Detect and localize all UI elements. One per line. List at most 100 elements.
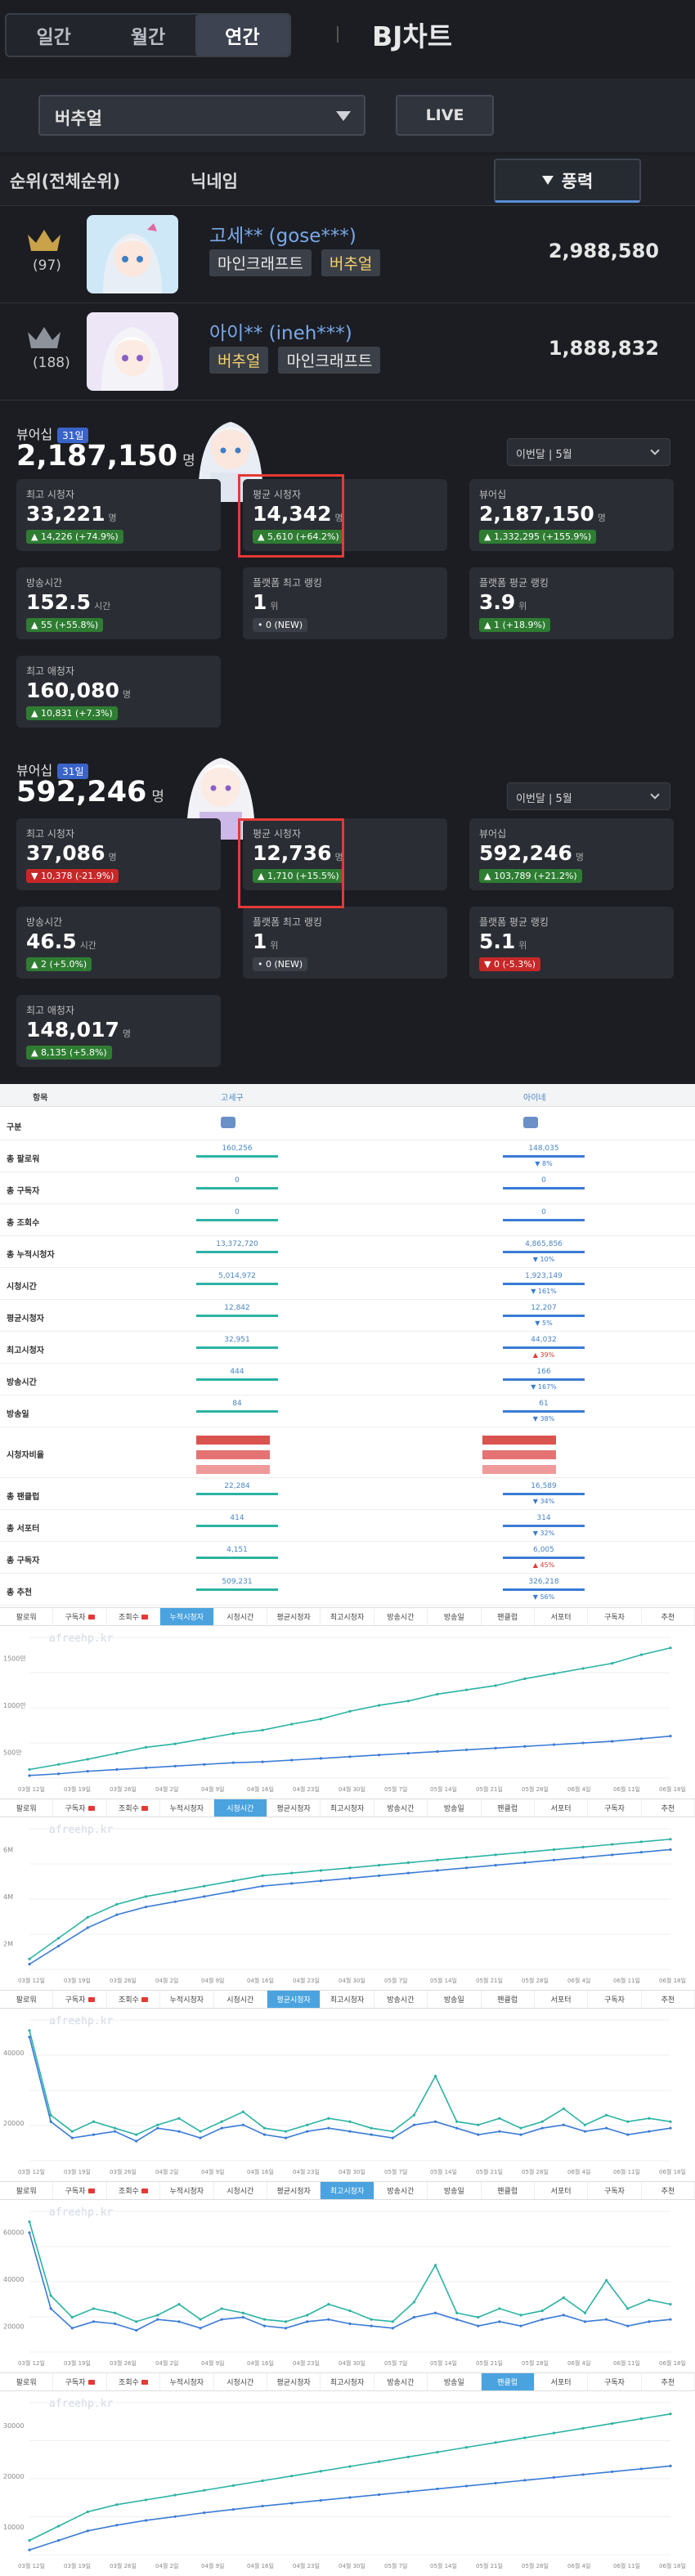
chart-metric-tab[interactable]: 팬클럽: [482, 1799, 535, 1817]
data-point[interactable]: [49, 2120, 52, 2123]
data-point[interactable]: [433, 2120, 437, 2123]
data-point[interactable]: [391, 2130, 394, 2133]
data-point[interactable]: [86, 1758, 89, 1761]
data-point[interactable]: [583, 2311, 587, 2314]
data-point[interactable]: [231, 1732, 235, 1736]
data-point[interactable]: [455, 2311, 459, 2314]
data-point[interactable]: [552, 1743, 556, 1746]
data-point[interactable]: [290, 1758, 294, 1762]
data-point[interactable]: [583, 2123, 587, 2126]
data-point[interactable]: [57, 1772, 61, 1776]
data-point[interactable]: [605, 2278, 608, 2283]
data-point[interactable]: [262, 2133, 267, 2136]
data-point[interactable]: [319, 2498, 322, 2502]
data-point[interactable]: [611, 2421, 614, 2426]
data-point[interactable]: [494, 1853, 497, 1857]
data-point[interactable]: [519, 2126, 522, 2130]
data-point[interactable]: [552, 2475, 556, 2480]
sort-column-header[interactable]: 풍력: [494, 159, 641, 203]
data-point[interactable]: [173, 1764, 177, 1767]
chart-metric-tab[interactable]: 팔로워: [0, 1608, 54, 1625]
data-point[interactable]: [494, 2481, 497, 2485]
chart-metric-tab[interactable]: 서포터: [535, 1608, 589, 1625]
data-point[interactable]: [626, 2133, 630, 2136]
data-point[interactable]: [605, 2318, 608, 2321]
data-point[interactable]: [498, 2320, 501, 2323]
data-point[interactable]: [669, 1848, 672, 1852]
chart-metric-tab[interactable]: 팬클럽: [482, 2182, 535, 2199]
bj-a-column-header[interactable]: 고세구: [221, 1091, 244, 1103]
data-point[interactable]: [464, 1748, 469, 1752]
rank-column-header[interactable]: 순위(전체순위): [10, 168, 120, 193]
data-point[interactable]: [581, 1741, 585, 1745]
data-point[interactable]: [370, 2133, 373, 2136]
data-point[interactable]: [290, 1723, 294, 1726]
data-point[interactable]: [144, 2519, 148, 2522]
data-point[interactable]: [412, 2300, 415, 2304]
data-point[interactable]: [348, 2322, 352, 2326]
month-selector[interactable]: 이번달 | 5월: [507, 782, 670, 810]
data-point[interactable]: [199, 2327, 202, 2330]
data-point[interactable]: [70, 2327, 74, 2330]
data-point[interactable]: [669, 1646, 672, 1650]
chart-metric-tab[interactable]: 추천: [642, 2373, 695, 2390]
data-point[interactable]: [220, 2318, 223, 2321]
data-point[interactable]: [639, 1737, 643, 1740]
data-point[interactable]: [57, 1763, 61, 1766]
data-point[interactable]: [115, 1767, 119, 1772]
data-point[interactable]: [327, 2117, 330, 2120]
data-point[interactable]: [523, 1677, 527, 1681]
data-point[interactable]: [348, 1709, 352, 1713]
data-point[interactable]: [173, 2493, 177, 2497]
data-point[interactable]: [319, 1869, 322, 1872]
data-point[interactable]: [552, 1858, 556, 1861]
data-point[interactable]: [581, 1667, 585, 1670]
data-point[interactable]: [173, 1742, 177, 1745]
data-point[interactable]: [348, 1866, 352, 1870]
data-point[interactable]: [581, 1856, 585, 1859]
data-point[interactable]: [135, 2133, 138, 2136]
data-point[interactable]: [28, 2538, 31, 2542]
data-point[interactable]: [464, 2484, 469, 2488]
data-point[interactable]: [498, 2117, 501, 2120]
chart-metric-tab[interactable]: 최고시청자: [321, 2182, 374, 2199]
data-point[interactable]: [433, 2074, 437, 2078]
data-point[interactable]: [57, 1937, 61, 1940]
data-point[interactable]: [669, 2318, 672, 2321]
data-point[interactable]: [477, 2324, 480, 2327]
chart-metric-tab[interactable]: 팔로워: [0, 2373, 54, 2390]
chart-metric-tab[interactable]: 조회수: [107, 2182, 161, 2199]
data-point[interactable]: [348, 2496, 352, 2499]
chart-metric-tab[interactable]: 팔로워: [0, 1991, 54, 2008]
chart-metric-tab[interactable]: 구독자: [53, 1608, 107, 1625]
data-point[interactable]: [464, 1866, 469, 1870]
data-point[interactable]: [92, 2120, 95, 2123]
data-point[interactable]: [306, 2123, 309, 2126]
chart-metric-tab[interactable]: 구독자: [588, 1991, 642, 2008]
data-point[interactable]: [261, 2479, 264, 2483]
data-point[interactable]: [639, 1851, 643, 1854]
chart-metric-tab[interactable]: 서포터: [535, 2373, 589, 2390]
chart-metric-tab[interactable]: 누적시청자: [160, 2182, 214, 2199]
chart-metric-tab[interactable]: 구독자: [53, 2373, 107, 2390]
data-point[interactable]: [177, 2303, 181, 2306]
chart-metric-tab[interactable]: 구독자: [588, 2182, 642, 2199]
data-point[interactable]: [57, 2524, 61, 2528]
data-point[interactable]: [144, 1745, 148, 1749]
data-point[interactable]: [519, 2133, 522, 2136]
data-point[interactable]: [177, 2117, 181, 2120]
chart-metric-tab[interactable]: 팔로워: [0, 2182, 54, 2199]
chart-metric-tab[interactable]: 조회수: [107, 1799, 161, 1817]
chart-metric-tab[interactable]: 구독자: [53, 1799, 107, 1817]
chart-metric-tab[interactable]: 시청시간: [214, 2182, 267, 2199]
data-point[interactable]: [406, 1861, 410, 1865]
chart-metric-tab[interactable]: 팬클럽: [482, 1991, 535, 2008]
data-point[interactable]: [113, 2311, 117, 2314]
data-point[interactable]: [519, 2324, 522, 2327]
data-point[interactable]: [144, 1766, 148, 1770]
data-point[interactable]: [199, 2318, 202, 2321]
data-point[interactable]: [669, 2412, 672, 2416]
data-point[interactable]: [348, 2309, 352, 2313]
data-point[interactable]: [86, 2510, 89, 2514]
data-point[interactable]: [319, 1718, 322, 1721]
